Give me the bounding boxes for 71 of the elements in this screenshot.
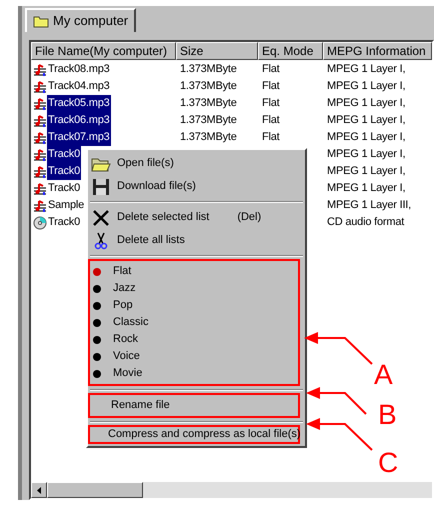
file-name[interactable]: Track0 — [47, 146, 82, 163]
callout-label: C — [378, 448, 398, 478]
table-cell-text: Flat — [262, 113, 280, 128]
file-name[interactable]: Track04.mp3 — [47, 78, 111, 95]
table-cell-text: MPEG 1 Layer I, — [327, 130, 406, 146]
eq-mode-option[interactable]: Classic — [90, 314, 298, 331]
eq-mode-option[interactable]: Voice — [90, 348, 298, 365]
music-file-icon — [33, 62, 47, 76]
scroll-left-button[interactable] — [31, 482, 47, 498]
menu-item[interactable]: Delete all lists — [88, 229, 305, 252]
x-icon — [92, 208, 110, 226]
eq-mode-option[interactable]: Pop — [90, 297, 298, 314]
table-cell-text: CD audio format — [327, 215, 404, 230]
table-cell-text: Flat — [262, 79, 280, 94]
scroll-thumb[interactable] — [47, 482, 143, 498]
eq-mode-option[interactable]: Jazz — [90, 280, 298, 297]
table-cell-text: MPEG 1 Layer I, — [327, 79, 406, 94]
music-file-icon — [33, 182, 47, 196]
table-cell-text: MPEG 1 Layer I, — [327, 147, 406, 162]
file-name[interactable]: Track0 — [47, 163, 82, 180]
table-cell-text: 1.373MByte — [180, 62, 237, 78]
tab[interactable]: My computer — [25, 8, 136, 32]
table-cell-text: MPEG 1 Layer I, — [327, 181, 406, 196]
column-header[interactable]: Size — [176, 42, 258, 60]
table-cell-text: MPEG 1 Layer I, — [327, 62, 406, 78]
table-cell-text: MPEG 1 Layer III, — [327, 198, 412, 214]
file-name[interactable]: Track08.mp3 — [47, 61, 111, 78]
eq-mode-option[interactable]: Flat — [90, 263, 298, 280]
folder-icon — [33, 14, 49, 28]
file-name[interactable]: Track0 — [47, 214, 82, 231]
column-header[interactable]: File Name(My computer) — [31, 42, 176, 60]
folder-icon — [91, 156, 111, 172]
table-cell-text: MPEG 1 Layer I, — [327, 164, 406, 180]
music-file-icon — [33, 96, 47, 110]
callout-label: B — [378, 400, 397, 430]
table-cell-text: 1.373MByte — [180, 79, 237, 94]
horizontal-scrollbar[interactable] — [31, 482, 432, 498]
table-cell-text: Flat — [262, 96, 280, 112]
table-cell-text: 1.373MByte — [180, 130, 237, 146]
eq-mode-option[interactable]: Movie — [90, 365, 298, 382]
callout-arrow — [304, 332, 373, 365]
music-file-icon — [33, 164, 47, 178]
file-name[interactable]: Track0 — [47, 180, 82, 197]
callout-arrow — [306, 418, 373, 451]
file-name[interactable]: Track06.mp3 — [47, 112, 111, 129]
file-name[interactable]: Track07.mp3 — [47, 129, 111, 146]
column-header[interactable]: Eq. Mode — [258, 42, 323, 60]
column-header[interactable]: MEPG Information — [323, 42, 432, 60]
music-file-icon — [33, 130, 47, 144]
music-file-icon — [33, 198, 47, 212]
table-cell-text: 1.373MByte — [180, 96, 237, 112]
cd-icon — [33, 216, 47, 230]
table-cell-text: 1.373MByte — [180, 113, 237, 128]
left-arrow-icon — [37, 486, 41, 494]
menu-item[interactable]: Delete selected list (Del) — [88, 206, 305, 229]
menu-item[interactable]: Download file(s) — [88, 175, 305, 198]
file-name[interactable]: Track05.mp3 — [47, 95, 111, 112]
menu-item[interactable]: Rename file — [90, 395, 298, 416]
menu-item[interactable]: Open file(s) — [88, 152, 305, 175]
table-cell-text: MPEG 1 Layer I, — [327, 113, 406, 128]
callout-arrow — [306, 387, 367, 415]
callout-label: A — [374, 360, 393, 390]
music-file-icon — [33, 80, 47, 94]
table-cell-text: Flat — [262, 130, 280, 146]
table-cell-text: Flat — [262, 62, 280, 78]
scissors-icon — [94, 232, 108, 250]
table-cell-text: MPEG 1 Layer I, — [327, 96, 406, 112]
eq-mode-option[interactable]: Rock — [90, 331, 298, 348]
music-file-icon — [33, 148, 47, 162]
music-file-icon — [33, 114, 47, 128]
file-name[interactable]: Sample — [47, 197, 86, 214]
